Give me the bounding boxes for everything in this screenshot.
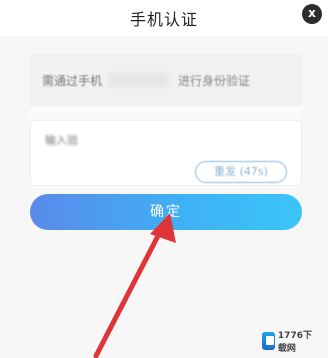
dialog-content: 需通过手机 进行身份验证 重发 (47s) 确定 — [0, 36, 328, 358]
watermark-logo-icon — [262, 332, 275, 350]
close-button[interactable]: x — [302, 4, 322, 24]
verification-panel: 需通过手机 进行身份验证 重发 (47s) — [30, 54, 302, 188]
verification-code-input[interactable] — [43, 131, 93, 149]
confirm-button[interactable]: 确定 — [30, 194, 302, 230]
masked-phone-number — [110, 73, 169, 87]
phone-info-prefix: 需通过手机 — [42, 73, 103, 88]
dialog-header: 手机认证 x — [0, 0, 328, 36]
phone-info-row: 需通过手机 进行身份验证 — [30, 54, 302, 106]
phone-info-suffix: 进行身份验证 — [178, 73, 251, 88]
site-watermark: 1776下载网 — [262, 330, 320, 354]
page-title: 手机认证 — [129, 10, 198, 29]
resend-code-button[interactable]: 重发 (47s) — [195, 161, 287, 183]
code-row: 重发 (47s) — [30, 120, 302, 186]
watermark-text: 1776下载网 — [277, 331, 312, 354]
